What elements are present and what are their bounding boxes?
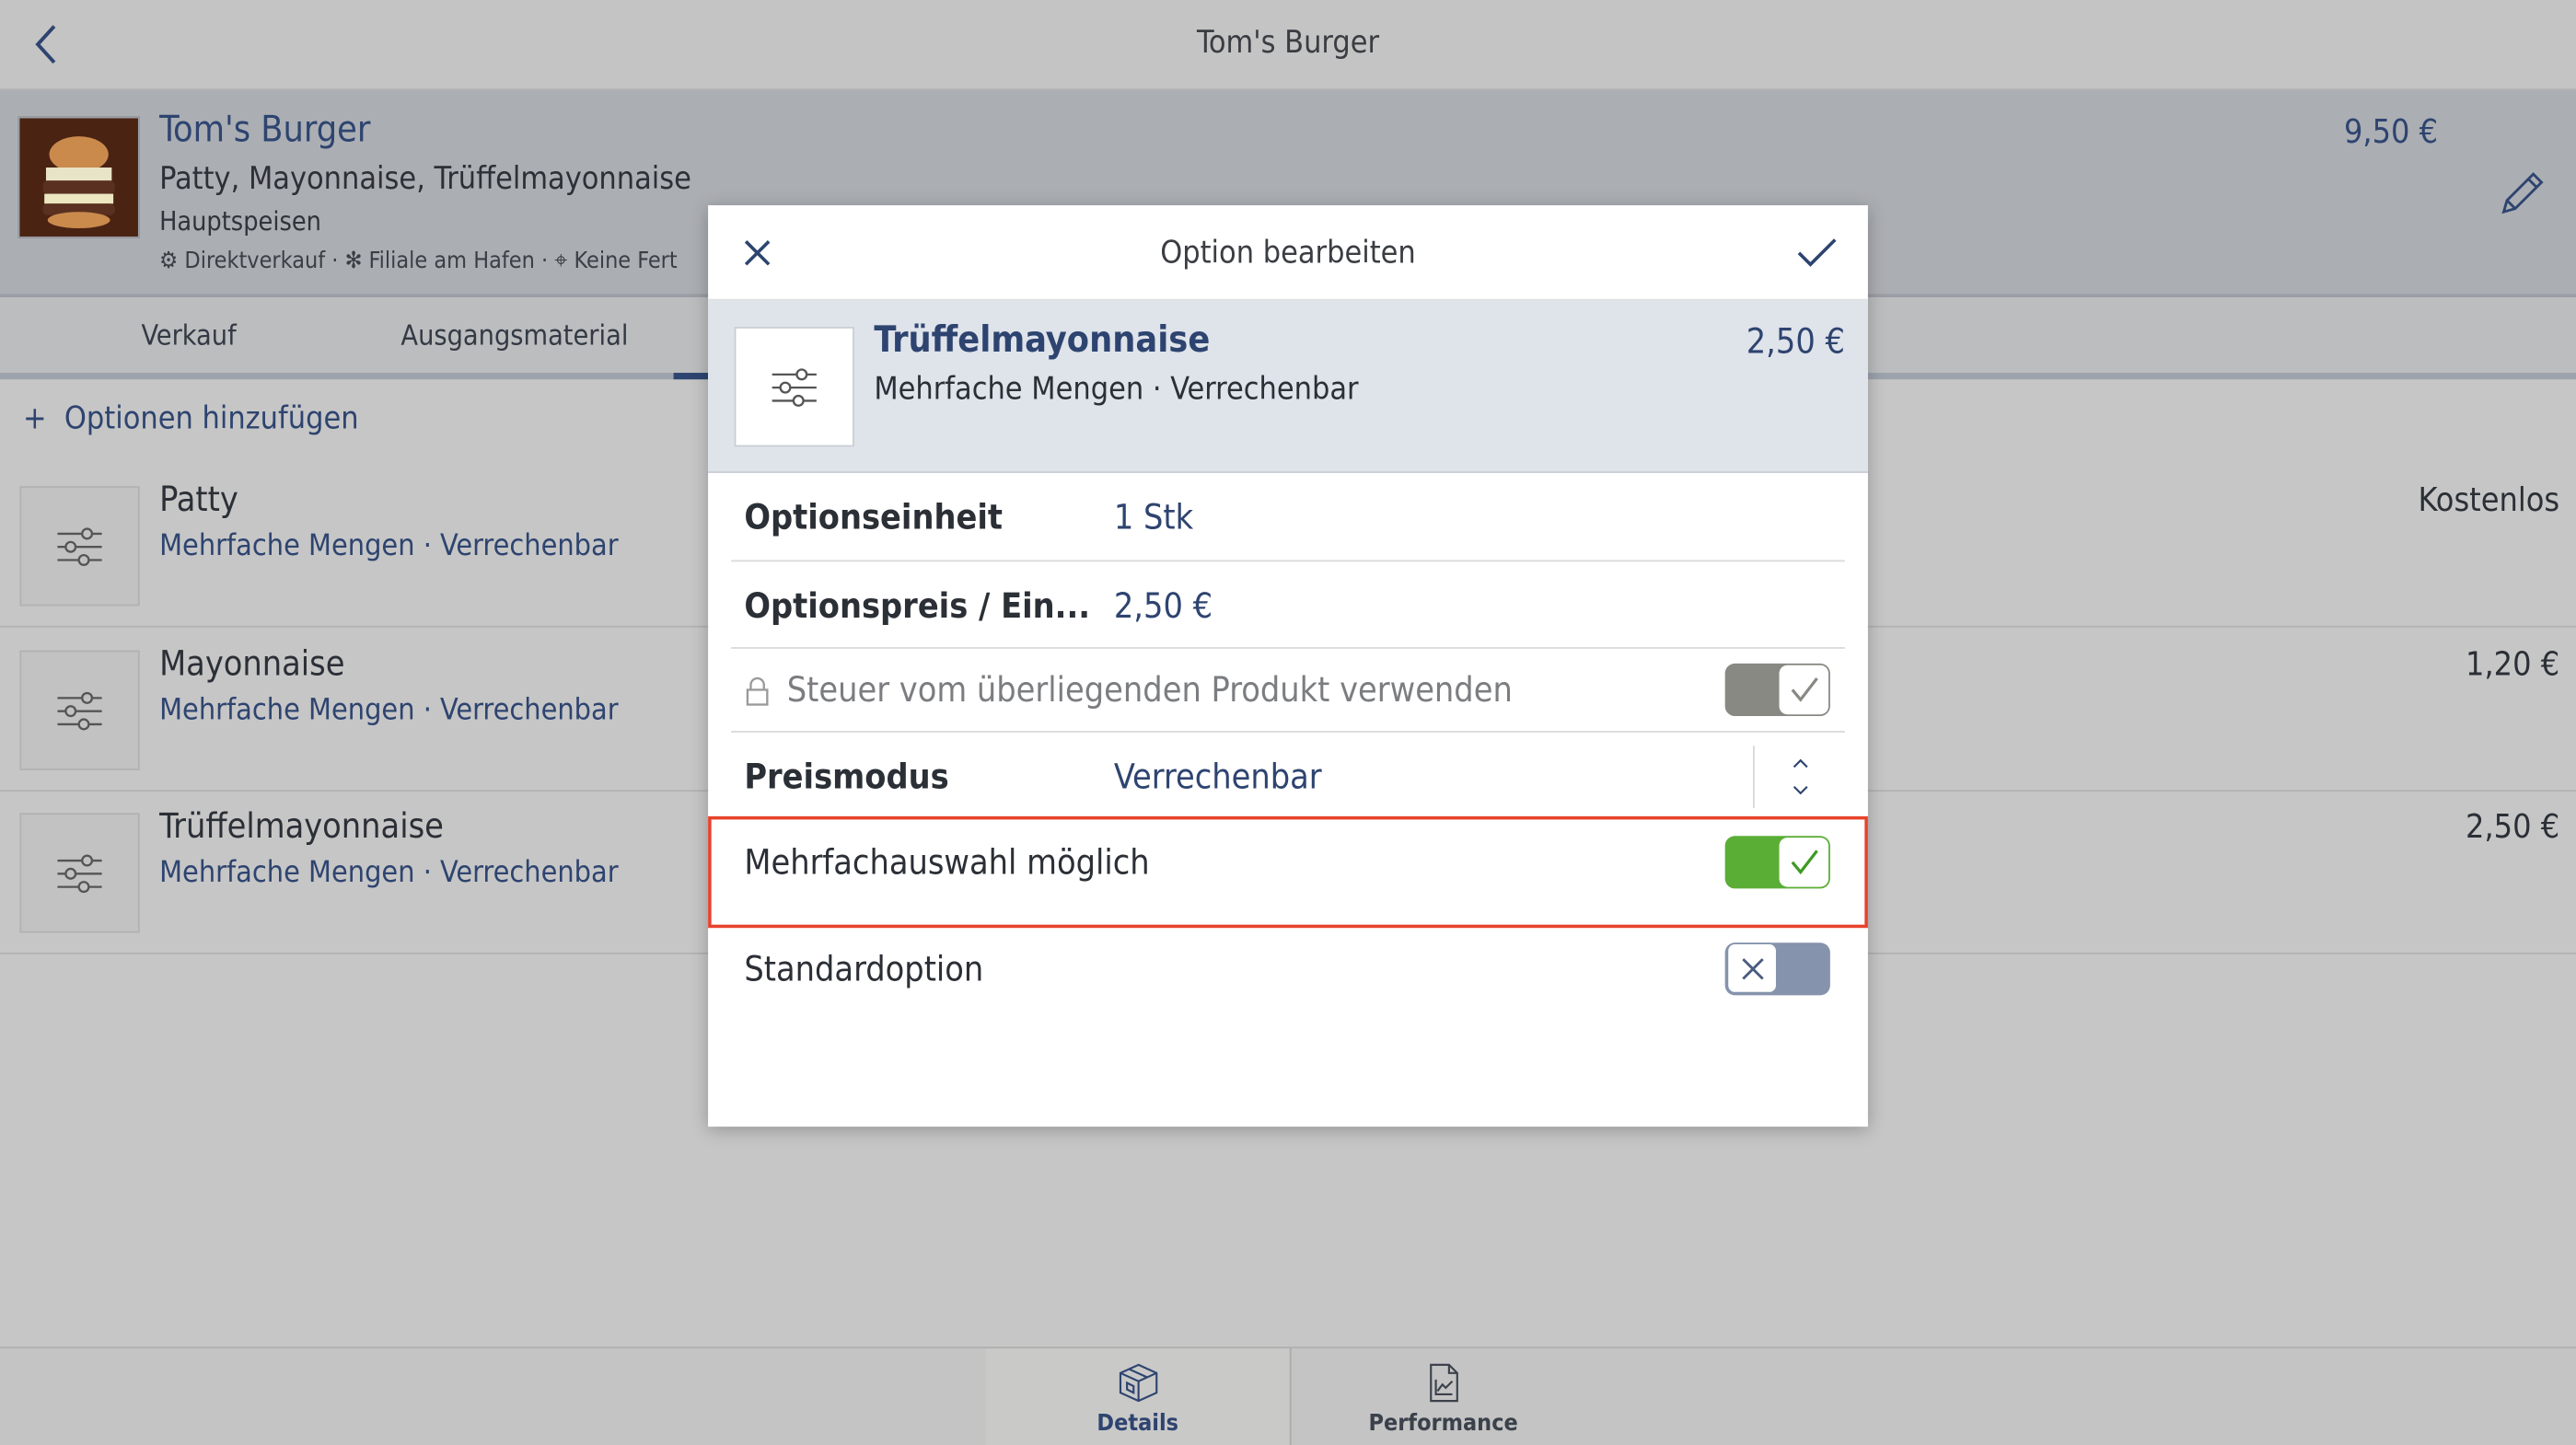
multi-select-toggle[interactable]	[1724, 836, 1830, 889]
dialog-option-sub: Mehrfache Mengen · Verrechenbar	[874, 371, 1359, 408]
default-option-toggle[interactable]	[1724, 942, 1830, 996]
box-icon	[1119, 1363, 1157, 1403]
bottom-tab-details[interactable]: Details	[985, 1348, 1292, 1445]
bottom-tab-performance[interactable]: Performance	[1292, 1348, 1595, 1445]
top-bar: Tom's Burger	[0, 0, 2576, 91]
tab-verkauf[interactable]: Verkauf	[141, 320, 236, 353]
product-category: Hauptspeisen	[159, 205, 321, 237]
tab-ausgangsmaterial[interactable]: Ausgangsmaterial	[400, 320, 628, 353]
price-mode-value[interactable]: Verrechenbar	[1114, 757, 1322, 797]
option-name: Patty	[159, 480, 238, 519]
dialog-option-price: 2,50 €	[1746, 321, 1845, 362]
option-price: 2,50 €	[2466, 806, 2560, 846]
price-mode-select[interactable]: Preismodus Verrechenbar	[731, 733, 1845, 816]
price-field[interactable]: Optionspreis / Ein... 2,50 €	[731, 561, 1845, 649]
price-value[interactable]: 2,50 €	[1114, 586, 1213, 626]
sliders-icon	[19, 650, 140, 770]
unit-value[interactable]: 1 Stk	[1114, 498, 1193, 538]
product-ingredients: Patty, Mayonnaise, Trüffelmayonnaise	[159, 160, 691, 198]
product-name: Tom's Burger	[159, 110, 371, 152]
tab-indicator	[673, 373, 710, 380]
sliders-icon	[734, 327, 854, 447]
location-check-icon: ⌖	[554, 248, 568, 275]
multi-select-field: Mehrfachauswahl möglich	[708, 815, 1868, 929]
stepper-chevrons-icon[interactable]	[1789, 756, 1812, 798]
product-meta: ⚙ Direktverkauf · ✻ Filiale am Hafen · ⌖…	[159, 248, 678, 275]
option-sub: Mehrfache Mengen · Verrechenbar	[159, 855, 619, 891]
default-option-field: Standardoption	[731, 928, 1845, 1010]
bottom-tab-bar: Details Performance	[0, 1347, 2576, 1445]
dialog-option-name: Trüffelmayonnaise	[874, 319, 1211, 362]
gear-money-icon: ⚙	[159, 248, 179, 275]
dialog-option-summary: Trüffelmayonnaise Mehrfache Mengen · Ver…	[708, 300, 1868, 473]
tax-field: Steuer vom überliegenden Produkt verwend…	[731, 649, 1845, 733]
option-sub: Mehrfache Mengen · Verrechenbar	[159, 528, 619, 564]
lock-icon	[746, 676, 769, 706]
unit-field[interactable]: Optionseinheit 1 Stk	[731, 473, 1845, 562]
option-sub: Mehrfache Mengen · Verrechenbar	[159, 693, 619, 728]
network-icon: ✻	[344, 248, 363, 275]
edit-option-dialog: Option bearbeiten Trüffelmayonnaise Mehr…	[708, 205, 1868, 1127]
plus-icon: +	[22, 400, 47, 437]
product-price: 9,50 €	[2344, 111, 2439, 152]
page-title: Tom's Burger	[1196, 24, 1380, 62]
add-options-button[interactable]: + Optionen hinzufügen	[23, 400, 359, 436]
dialog-title: Option bearbeiten	[1160, 235, 1416, 272]
option-name: Trüffelmayonnaise	[159, 806, 444, 846]
product-image	[17, 116, 140, 238]
chart-document-icon	[1429, 1363, 1457, 1403]
tax-toggle[interactable]	[1724, 663, 1830, 717]
option-name: Mayonnaise	[159, 643, 345, 684]
sliders-icon	[19, 813, 140, 933]
option-price: 1,20 €	[2466, 643, 2560, 684]
edit-pencil-icon[interactable]	[2494, 166, 2550, 222]
dialog-header: Option bearbeiten	[708, 205, 1868, 301]
option-price: Kostenlos	[2418, 480, 2560, 519]
confirm-check-icon[interactable]	[1795, 235, 1838, 271]
sliders-icon	[19, 486, 140, 607]
